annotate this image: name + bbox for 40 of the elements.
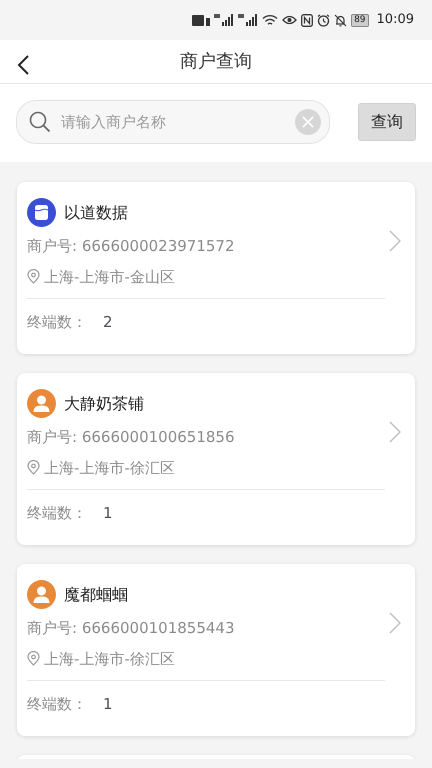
eye-icon <box>282 15 298 25</box>
wifi-icon <box>262 14 278 26</box>
terminal-count: 2 <box>103 312 113 333</box>
location-pin-icon <box>27 460 40 476</box>
location-pin-icon <box>27 269 40 284</box>
close-icon <box>302 116 314 128</box>
merchant-card[interactable]: 以道数据 商户号: 6666000023971572 上海-上海市-金山区 终端数： 2 <box>17 182 415 354</box>
location-pin-icon <box>27 651 40 666</box>
location-text: 上海-上海市-金山区 <box>44 266 175 288</box>
merchant-card[interactable]: 大静奶茶铺 商户号: 6666000100651856 上海-上海市-徐汇区 终端数： 1 <box>17 373 415 545</box>
terminal-count: 1 <box>103 503 113 524</box>
merchant-name: 大静奶茶铺 <box>64 392 144 414</box>
merchant-number: 商户号: 6666000100651856 <box>27 427 236 448</box>
bell-off-icon <box>334 14 348 26</box>
signal-icon <box>238 14 258 26</box>
terminal-count: 1 <box>103 694 113 715</box>
signal-icon <box>214 14 234 26</box>
terminal-label: 终端数： <box>27 503 87 524</box>
battery-icon: 89 <box>351 14 369 26</box>
search-field[interactable]: 请输入商户名称 <box>16 100 330 144</box>
hd-icon <box>192 14 210 26</box>
terminal-label: 终端数： <box>27 312 87 333</box>
chevron-right-icon <box>389 421 401 443</box>
location-text: 上海-上海市-徐汇区 <box>44 458 175 478</box>
alarm-icon <box>317 14 330 26</box>
search-button[interactable]: 查询 <box>358 103 416 141</box>
page-title: 商户查询 <box>180 50 252 72</box>
merchant-number: 商户号: 6666000023971572 <box>27 236 236 257</box>
nfc-icon <box>301 14 314 26</box>
chevron-right-icon <box>389 230 401 252</box>
chevron-right-icon <box>389 612 401 634</box>
merchant-name: 以道数据 <box>64 202 128 224</box>
clock-time: 10:09 <box>376 11 414 30</box>
merchant-card[interactable]: 魔都蝈蝈 商户号: 6666000101855443 上海-上海市-徐汇区 终端数： 1 <box>17 564 415 736</box>
location-text: 上海-上海市-徐汇区 <box>44 648 175 670</box>
search-input[interactable]: 请输入商户名称 <box>59 110 287 134</box>
merchant-number: 商户号: 6666000101855443 <box>27 618 236 639</box>
terminal-label: 终端数： <box>27 694 87 715</box>
merchant-name: 魔都蝈蝈 <box>64 584 128 606</box>
search-icon <box>29 111 51 133</box>
